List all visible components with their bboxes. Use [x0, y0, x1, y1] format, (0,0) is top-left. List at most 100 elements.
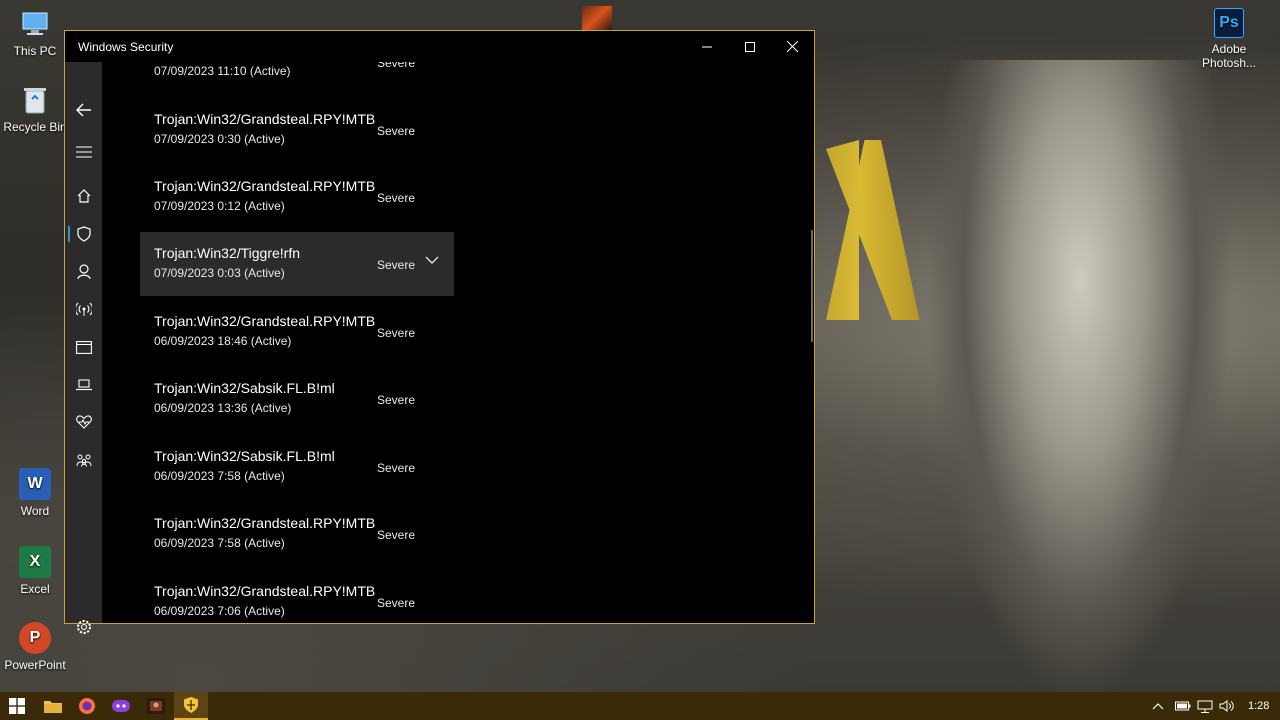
threat-date: 06/09/2023 7:58 (Active) — [154, 469, 285, 483]
word-icon: W — [19, 468, 51, 500]
nav-firewall[interactable] — [65, 294, 102, 324]
title-bar[interactable]: Windows Security — [65, 31, 814, 62]
desktop-icon-photoshop[interactable]: Ps Adobe Photosh... — [1193, 8, 1265, 70]
threat-date: 07/09/2023 0:12 (Active) — [154, 199, 285, 213]
scrollbar-thumb[interactable] — [811, 230, 813, 342]
minimize-button[interactable] — [685, 31, 728, 62]
threat-date: 07/09/2023 0:03 (Active) — [154, 266, 285, 280]
threat-list-item[interactable]: Trojan:Win32/Grandsteal.RPY!MTB 06/09/202… — [140, 300, 454, 364]
close-button[interactable] — [771, 31, 814, 62]
photoshop-icon: Ps — [1214, 8, 1244, 38]
threat-name: Trojan:Win32/Grandsteal.RPY!MTB — [154, 178, 376, 194]
excel-icon: X — [19, 546, 51, 578]
threat-date: 06/09/2023 18:46 (Active) — [154, 334, 292, 348]
desktop-icon-label: Adobe Photosh... — [1201, 42, 1257, 70]
security-shield-icon — [184, 697, 198, 713]
taskbar-file-explorer[interactable] — [36, 692, 70, 720]
threat-severity: Severe — [377, 62, 416, 70]
tray-show-hidden[interactable] — [1152, 692, 1164, 720]
threat-severity: Severe — [377, 326, 416, 340]
tray-clock[interactable]: 1:28 — [1248, 692, 1269, 720]
tray-battery[interactable] — [1175, 692, 1191, 720]
threat-list-item[interactable]: Trojan:Win32/Grandsteal.RPY!MTB 06/09/202… — [140, 502, 454, 566]
threat-list-item[interactable]: 07/09/2023 11:10 (Active) Severe — [140, 62, 454, 94]
hamburger-icon — [75, 146, 92, 158]
minimize-icon — [701, 46, 712, 47]
threat-list-item[interactable]: Trojan:Win32/Grandsteal.RPY!MTB 07/09/202… — [140, 98, 454, 162]
photo-app-icon — [147, 698, 165, 714]
nav-device-performance[interactable] — [65, 407, 102, 437]
tray-volume[interactable] — [1219, 692, 1235, 720]
shield-icon — [76, 226, 91, 242]
wireless-icon — [75, 302, 92, 316]
threat-severity: Severe — [377, 191, 416, 205]
desktop-icon-word[interactable]: W Word — [0, 468, 70, 518]
back-arrow-icon — [75, 103, 91, 117]
clock-time: 1:28 — [1248, 700, 1270, 712]
windows-security-window: Windows Security 07/09/2023 11:10 (Activ… — [64, 30, 815, 634]
threat-date: 06/09/2023 13:36 (Active) — [154, 401, 292, 415]
navigation-sidebar — [65, 62, 102, 634]
threat-list-item[interactable]: Trojan:Win32/Sabsik.FL.B!ml 06/09/2023 7:… — [140, 435, 454, 499]
start-button[interactable] — [0, 692, 34, 720]
threat-name: Trojan:Win32/Grandsteal.RPY!MTB — [154, 111, 376, 127]
threat-severity: Severe — [377, 258, 416, 272]
threat-list-item[interactable]: Trojan:Win32/Grandsteal.RPY!MTB 06/09/202… — [140, 570, 454, 623]
maximize-icon — [744, 41, 755, 52]
taskbar-app-photo[interactable] — [139, 692, 173, 720]
threat-date: 06/09/2023 7:06 (Active) — [154, 604, 285, 618]
nav-app-browser-control[interactable] — [65, 332, 102, 362]
taskbar-firefox[interactable] — [70, 692, 104, 720]
heart-pulse-icon — [75, 415, 92, 429]
browser-window-icon — [75, 340, 92, 354]
nav-account-protection[interactable] — [65, 257, 102, 287]
tray-network[interactable] — [1197, 692, 1213, 720]
taskbar-app-purple[interactable] — [104, 692, 138, 720]
threat-name: Trojan:Win32/Grandsteal.RPY!MTB — [154, 515, 376, 531]
threat-history-list[interactable]: 07/09/2023 11:10 (Active) Severe Trojan:Wi… — [102, 62, 814, 623]
menu-button[interactable] — [65, 137, 102, 167]
desktop-icon-recycle-bin[interactable]: Recycle Bin — [0, 84, 70, 134]
window-title: Windows Security — [78, 40, 174, 54]
firefox-icon — [79, 698, 95, 714]
nav-family-options[interactable] — [65, 445, 102, 475]
desktop-thumbnail-image[interactable] — [582, 6, 612, 30]
threat-severity: Severe — [377, 393, 416, 407]
threat-severity: Severe — [377, 596, 416, 610]
maximize-button[interactable] — [728, 31, 771, 62]
desktop-icon-label: This PC — [13, 44, 57, 58]
nav-settings[interactable] — [65, 612, 102, 642]
desktop-icon-label: PowerPoint — [4, 658, 66, 672]
desktop-icon-excel[interactable]: X Excel — [0, 546, 70, 596]
folder-icon — [44, 701, 62, 713]
wallpaper-performer — [930, 60, 1230, 692]
threat-severity: Severe — [377, 528, 416, 542]
threat-list-item[interactable]: Trojan:Win32/Sabsik.FL.B!ml 06/09/2023 13… — [140, 367, 454, 431]
threat-list-item[interactable]: Trojan:Win32/Grandsteal.RPY!MTB 07/09/202… — [140, 165, 454, 229]
desktop-icon-powerpoint[interactable]: P PowerPoint — [0, 622, 70, 672]
threat-name: Trojan:Win32/Grandsteal.RPY!MTB — [154, 313, 376, 329]
desktop-icon-label: Word — [20, 504, 50, 518]
nav-virus-protection[interactable] — [65, 219, 102, 249]
threat-list-item[interactable]: Trojan:Win32/Tiggre!rfn 07/09/2023 0:03 (… — [140, 232, 454, 296]
close-icon — [787, 41, 798, 52]
home-icon — [77, 189, 90, 203]
person-icon — [76, 264, 91, 280]
back-button[interactable] — [65, 95, 102, 125]
taskbar-windows-security[interactable] — [174, 692, 208, 720]
threat-date: 07/09/2023 0:30 (Active) — [154, 132, 285, 146]
desktop-icon-this-pc[interactable]: This PC — [0, 8, 70, 58]
windows-logo-icon — [9, 698, 25, 714]
chevron-up-icon — [1152, 703, 1164, 710]
speaker-icon — [1219, 700, 1234, 712]
threat-name: Trojan:Win32/Tiggre!rfn — [154, 245, 301, 261]
recycle-bin-icon — [19, 84, 51, 116]
threat-date: 06/09/2023 7:58 (Active) — [154, 536, 285, 550]
nav-device-security[interactable] — [65, 370, 102, 400]
chevron-down-icon[interactable] — [425, 256, 439, 265]
desktop-icon-label: Excel — [20, 582, 50, 596]
family-icon — [76, 454, 91, 467]
this-pc-icon — [19, 8, 51, 40]
nav-home[interactable] — [65, 181, 102, 211]
game-controller-icon — [112, 700, 130, 712]
